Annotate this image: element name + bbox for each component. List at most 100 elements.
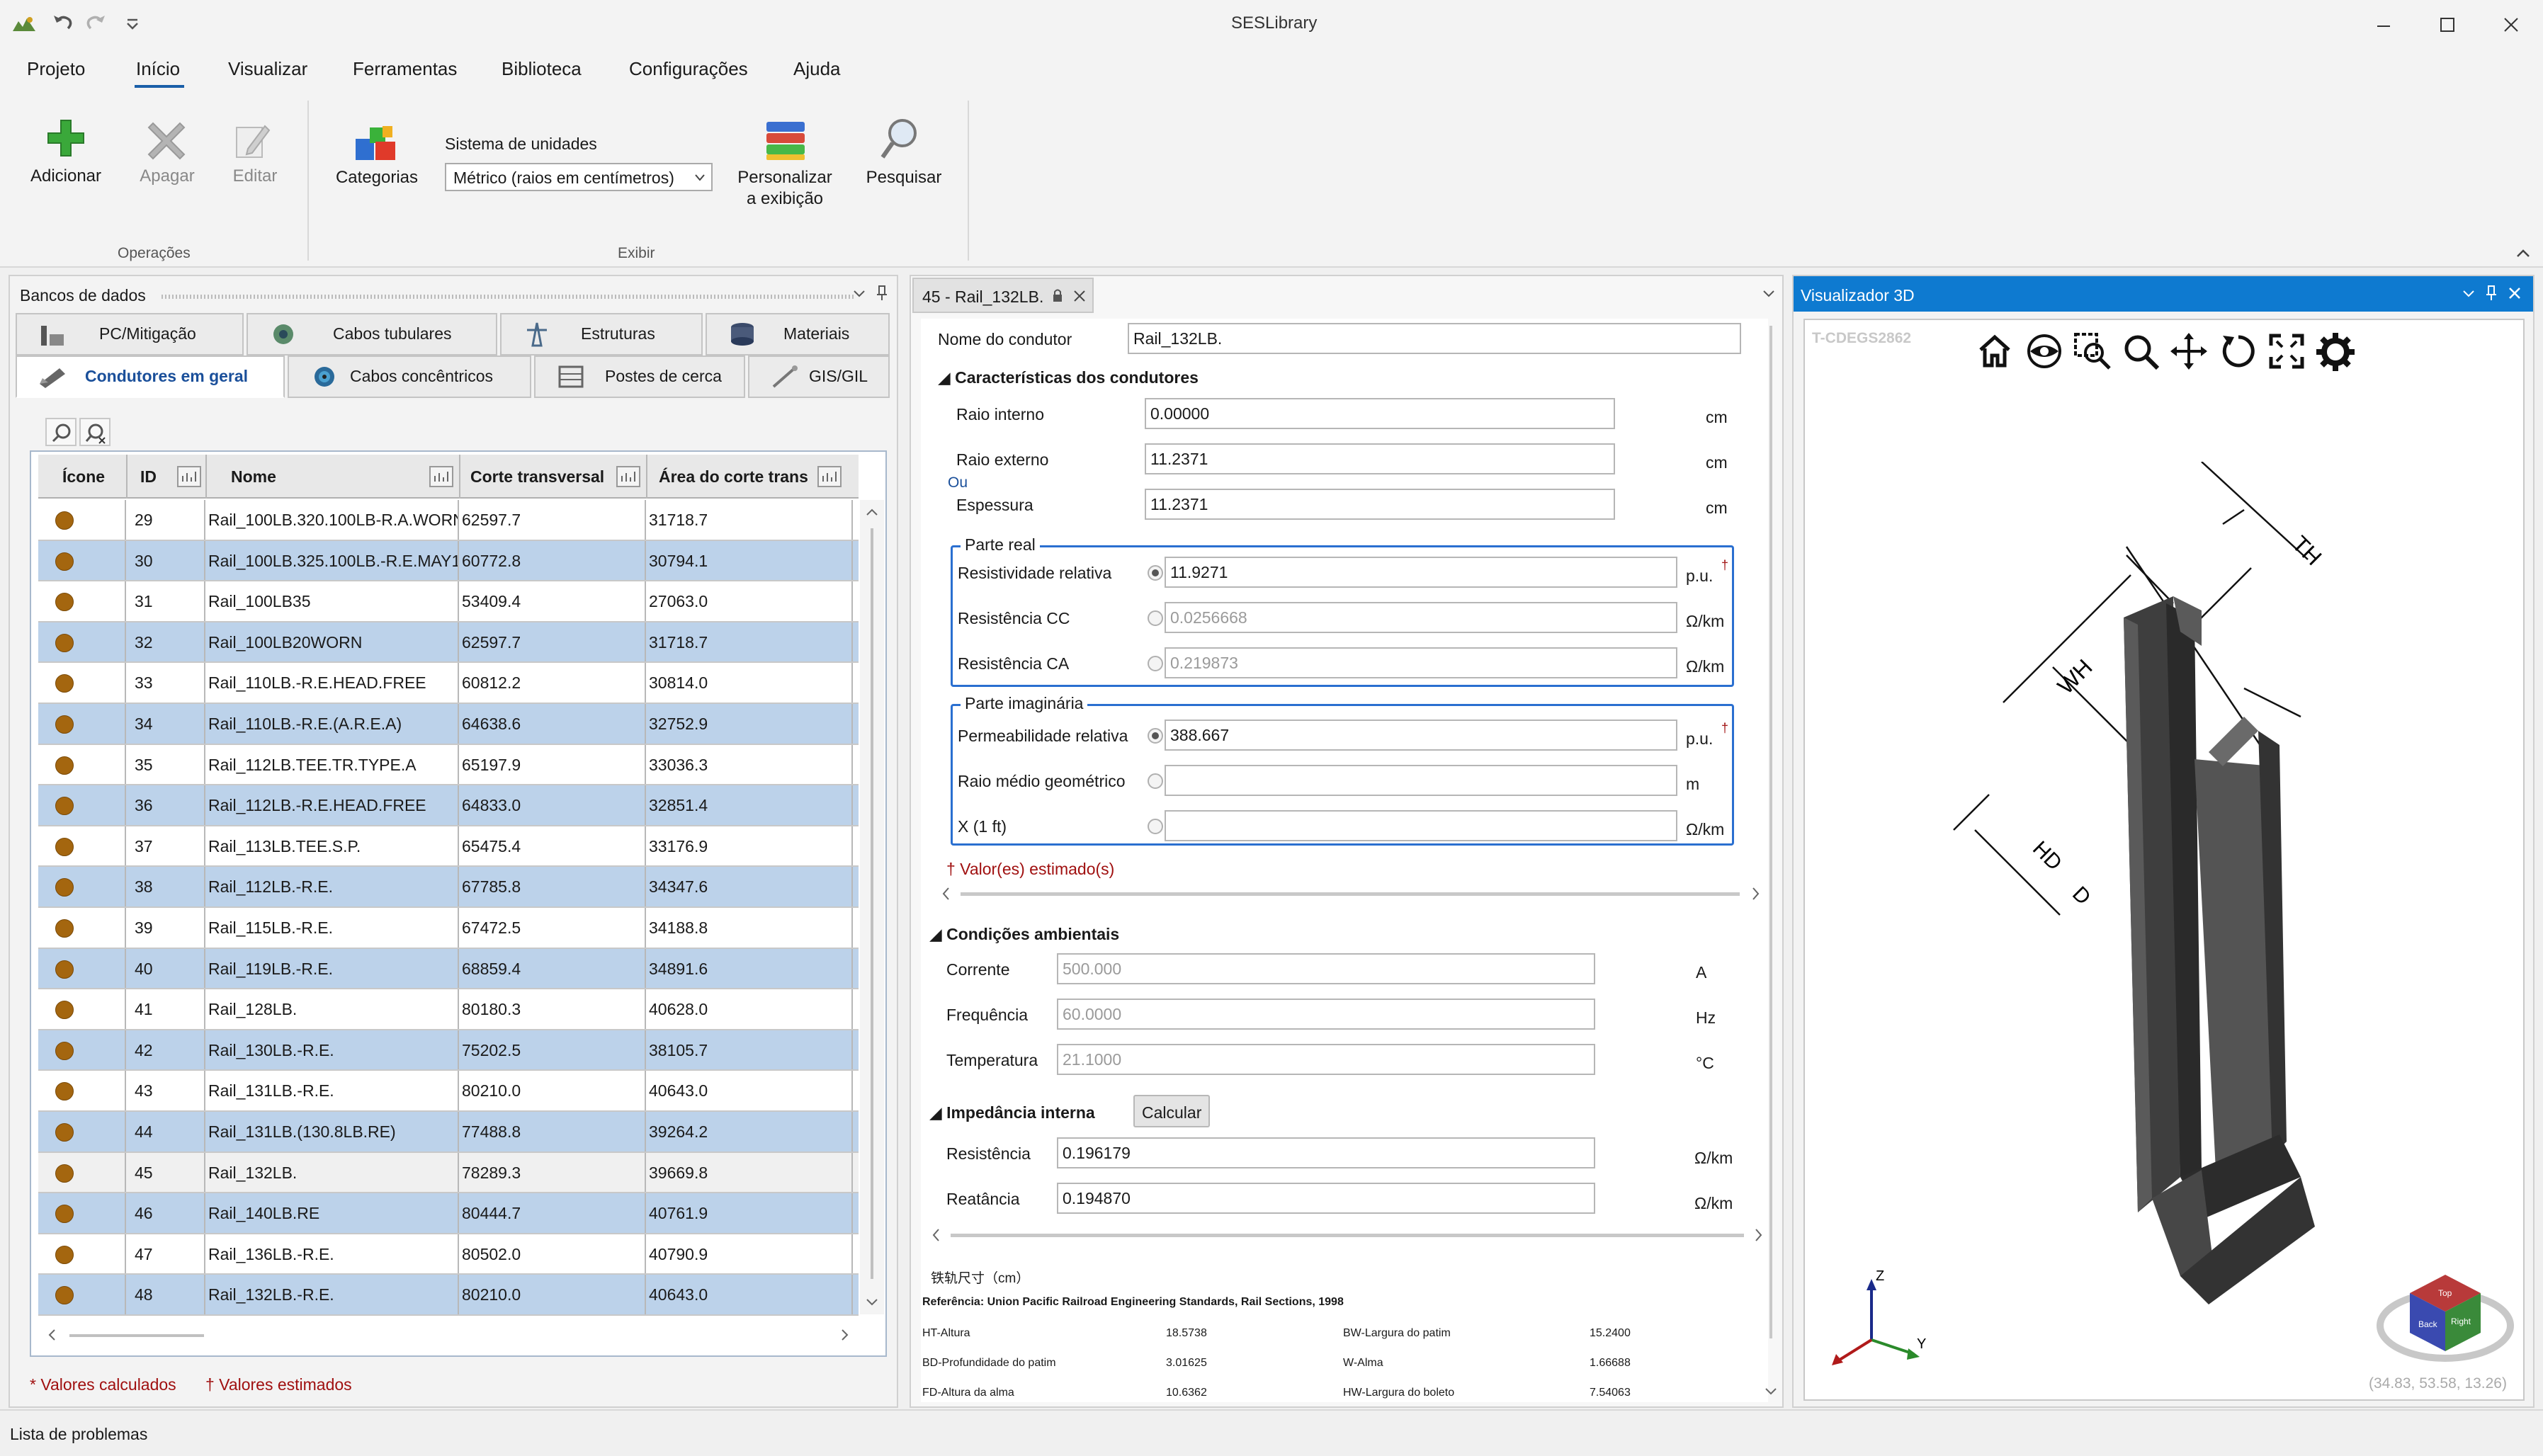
- documents-dropdown-icon[interactable]: [1762, 289, 1775, 299]
- scrollbar-thumb[interactable]: [961, 892, 1740, 896]
- delete-button[interactable]: Apagar: [126, 166, 208, 187]
- inner-radius-input[interactable]: 0.00000: [1145, 398, 1615, 429]
- thickness-input[interactable]: 11.2371: [1145, 489, 1615, 520]
- col-icone[interactable]: Ícone: [62, 467, 105, 487]
- scroll-right-icon[interactable]: [840, 1329, 850, 1341]
- pan-icon[interactable]: [2169, 331, 2209, 371]
- table-row[interactable]: 46 Rail_140LB.RE 80444.7 40761.9: [38, 1193, 859, 1234]
- permeability-input[interactable]: 388.667: [1165, 720, 1677, 751]
- zoom-icon[interactable]: [2121, 331, 2160, 371]
- table-row[interactable]: 45 Rail_132LB. 78289.3 39669.8: [38, 1152, 859, 1194]
- scroll-down-icon[interactable]: [866, 1297, 878, 1307]
- table-row[interactable]: 42 Rail_130LB.-R.E. 75202.5 38105.7: [38, 1030, 859, 1071]
- zoom-window-icon[interactable]: [2073, 331, 2112, 371]
- scroll-left-icon[interactable]: [47, 1329, 57, 1341]
- find-button[interactable]: [45, 418, 77, 446]
- table-row[interactable]: 32 Rail_100LB20WORN 62597.7 31718.7: [38, 622, 859, 664]
- gmr-input[interactable]: [1165, 765, 1677, 796]
- column-filter-icon[interactable]: [817, 466, 842, 487]
- scroll-up-icon[interactable]: [866, 507, 878, 517]
- res-dc-input[interactable]: 0.0256668: [1165, 602, 1677, 633]
- edit-icon[interactable]: [234, 120, 272, 160]
- search-button[interactable]: Pesquisar: [859, 167, 949, 188]
- redo-icon[interactable]: [84, 11, 108, 33]
- collapse-ribbon-icon[interactable]: [2515, 246, 2532, 259]
- clear-find-button[interactable]: [79, 418, 111, 446]
- pin-icon[interactable]: [2485, 285, 2498, 302]
- column-filter-icon[interactable]: [177, 466, 201, 487]
- scrollbar-thumb[interactable]: [1769, 326, 1772, 1338]
- scrollbar-thumb[interactable]: [69, 1334, 204, 1337]
- column-filter-icon[interactable]: [429, 466, 453, 487]
- table-row[interactable]: 39 Rail_115LB.-R.E. 67472.5 34188.8: [38, 908, 859, 949]
- table-row[interactable]: 41 Rail_128LB. 80180.3 40628.0: [38, 989, 859, 1030]
- minimize-icon[interactable]: [2373, 16, 2394, 37]
- categories-button[interactable]: Categorias: [327, 167, 426, 188]
- table-row[interactable]: 30 Rail_100LB.325.100LB.-R.E.MAY19 60772.8…: [38, 540, 859, 582]
- impedance-horizontal-scrollbar[interactable]: [929, 1227, 1772, 1244]
- tab-condutores-em-geral[interactable]: Condutores em geral: [16, 356, 285, 398]
- table-row[interactable]: 33 Rail_110LB.-R.E.HEAD.FREE 60812.2 30814.…: [38, 663, 859, 704]
- close-panel-icon[interactable]: [2508, 286, 2522, 300]
- props-horizontal-scrollbar[interactable]: [939, 885, 1775, 902]
- conductor-name-input[interactable]: Rail_132LB.: [1128, 323, 1741, 354]
- rotate-icon[interactable]: [2219, 331, 2258, 371]
- table-row[interactable]: 43 Rail_131LB.-R.E. 80210.0 40643.0: [38, 1071, 859, 1112]
- menu-configuracoes[interactable]: Configurações: [629, 58, 748, 80]
- tab-gis-gil[interactable]: GIS/GIL: [748, 356, 890, 398]
- close-window-icon[interactable]: [2500, 14, 2522, 35]
- problems-list-tab[interactable]: Lista de problemas: [10, 1425, 147, 1444]
- scroll-right-icon[interactable]: [1751, 887, 1761, 901]
- tab-materiais[interactable]: Materiais: [706, 313, 890, 356]
- section-internal-impedance[interactable]: ◢ Impedância interna: [929, 1103, 1095, 1122]
- permeability-radio[interactable]: [1148, 728, 1163, 744]
- col-area[interactable]: Área do corte trans: [659, 467, 808, 487]
- home-view-icon[interactable]: [1975, 331, 2015, 371]
- customize-display-icon[interactable]: [764, 118, 808, 161]
- categories-icon[interactable]: [354, 123, 398, 163]
- calculate-button[interactable]: Calcular: [1133, 1095, 1210, 1127]
- scroll-left-icon[interactable]: [931, 1228, 941, 1242]
- settings-gear-icon[interactable]: [2315, 331, 2356, 372]
- pin-icon[interactable]: [876, 285, 888, 302]
- grid-horizontal-scrollbar[interactable]: [38, 1323, 859, 1347]
- close-tab-icon[interactable]: [1072, 289, 1087, 303]
- section-environment[interactable]: ◢ Condições ambientais: [929, 925, 1119, 944]
- table-row[interactable]: 44 Rail_131LB.(130.8LB.RE) 77488.8 39264.2: [38, 1112, 859, 1153]
- document-tab[interactable]: 45 - Rail_132LB.: [912, 278, 1094, 313]
- tab-postes-de-cerca[interactable]: Postes de cerca: [534, 356, 745, 398]
- resistivity-radio[interactable]: [1148, 565, 1163, 581]
- col-id[interactable]: ID: [140, 467, 157, 487]
- tab-cabos-tubulares[interactable]: Cabos tubulares: [247, 313, 497, 356]
- fit-all-icon[interactable]: [2267, 331, 2306, 371]
- menu-ajuda[interactable]: Ajuda: [793, 58, 841, 80]
- gmr-radio[interactable]: [1148, 773, 1163, 789]
- res-ac-input[interactable]: 0.219873: [1165, 647, 1677, 678]
- add-button[interactable]: Adicionar: [21, 166, 111, 187]
- table-row[interactable]: 35 Rail_112LB.TEE.TR.TYPE.A 65197.9 33036.3: [38, 744, 859, 786]
- table-row[interactable]: 31 Rail_100LB35 53409.4 27063.0: [38, 581, 859, 622]
- table-row[interactable]: 48 Rail_132LB.-R.E. 80210.0 40643.0: [38, 1275, 859, 1316]
- unit-system-select[interactable]: Métrico (raios em centímetros): [445, 163, 713, 191]
- x1ft-radio[interactable]: [1148, 819, 1163, 834]
- search-icon[interactable]: [878, 116, 921, 161]
- col-corte-transversal[interactable]: Corte transversal: [470, 467, 604, 487]
- reactance-input[interactable]: 0.194870: [1057, 1183, 1595, 1214]
- table-row[interactable]: 36 Rail_112LB.-R.E.HEAD.FREE 64833.0 32851.…: [38, 785, 859, 826]
- table-row[interactable]: 29 Rail_100LB.320.100LB-R.A.WORN 62597.7 31…: [38, 500, 859, 541]
- tab-cabos-concentricos[interactable]: Cabos concêntricos: [288, 356, 531, 398]
- panel-menu-icon[interactable]: [2462, 289, 2475, 299]
- panel-menu-icon[interactable]: [853, 289, 866, 299]
- viewer-canvas[interactable]: T-CDEGS2862 WH TH HD D Z Y Top Right Bac…: [1803, 319, 2525, 1401]
- delete-icon[interactable]: [146, 119, 187, 160]
- current-input[interactable]: 500.000: [1057, 953, 1595, 984]
- table-row[interactable]: 38 Rail_112LB.-R.E. 67785.8 34347.6: [38, 867, 859, 908]
- col-nome[interactable]: Nome: [231, 467, 276, 487]
- resistivity-input[interactable]: 11.9271: [1165, 557, 1677, 588]
- menu-inicio[interactable]: Início: [136, 58, 180, 80]
- menu-projeto[interactable]: Projeto: [27, 58, 85, 80]
- tab-pc-mitigacao[interactable]: PC/Mitigação: [16, 313, 244, 356]
- add-icon[interactable]: [45, 118, 86, 159]
- frequency-input[interactable]: 60.0000: [1057, 999, 1595, 1030]
- editor-vertical-scrollbar[interactable]: [1761, 319, 1781, 1402]
